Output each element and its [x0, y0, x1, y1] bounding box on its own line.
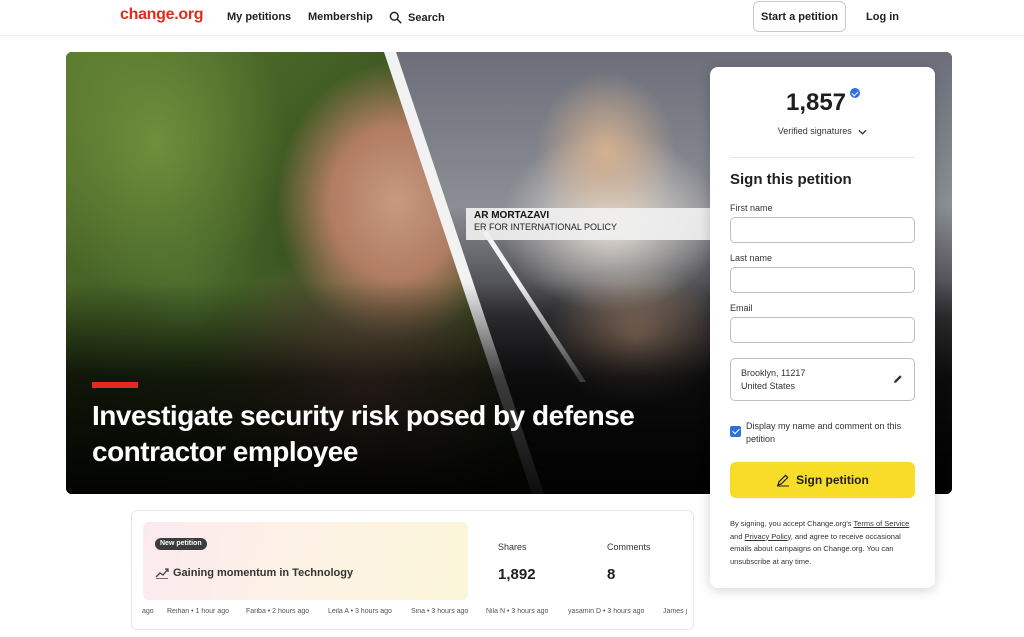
first-name-label: First name	[730, 203, 773, 213]
sign-petition-card: 1,857 Verified signatures Sign this peti…	[710, 67, 935, 588]
news-caption-role: ER FOR INTERNATIONAL POLICY	[474, 222, 618, 232]
recent-signer: Sina • 3 hours ago	[411, 608, 469, 615]
petition-stats-card: New petition Gaining momentum in Technol…	[131, 510, 694, 630]
card-divider	[730, 157, 915, 158]
recent-signers-ticker: ago Reihan • 1 hour ago Fariba • 2 hours…	[132, 608, 693, 622]
start-petition-button[interactable]: Start a petition	[753, 1, 846, 32]
verified-check-icon	[850, 88, 860, 98]
recent-signer: Reihan • 1 hour ago	[167, 608, 229, 615]
nav-search-label: Search	[408, 11, 445, 24]
new-petition-badge: New petition	[155, 538, 207, 550]
momentum-text: Gaining momentum in Technology	[173, 567, 354, 579]
hero-accent-bar	[92, 382, 138, 388]
signature-count: 1,857	[785, 89, 847, 116]
email-label: Email	[730, 303, 753, 313]
recent-signer: James j	[663, 608, 688, 615]
verified-signatures-toggle[interactable]: Verified signatures	[710, 126, 935, 136]
sign-petition-button[interactable]: Sign petition	[730, 462, 915, 498]
momentum-panel: New petition Gaining momentum in Technol…	[143, 522, 468, 600]
location-field[interactable]: Brooklyn, 11217 United States	[730, 358, 915, 401]
nav-my-petitions[interactable]: My petitions	[227, 11, 291, 23]
last-name-field[interactable]	[730, 267, 915, 293]
verified-signatures-label: Verified signatures	[777, 126, 852, 136]
sign-heading: Sign this petition	[730, 171, 852, 188]
shares-count: 1,892	[498, 566, 536, 583]
shares-label: Shares	[498, 542, 527, 552]
display-name-label: Display my name and comment on this peti…	[746, 421, 902, 444]
pencil-icon[interactable]	[892, 373, 904, 385]
recent-signer: yasamin D • 3 hours ago	[568, 608, 645, 615]
change-org-logo[interactable]: change.org	[120, 6, 204, 24]
legal-prefix: By signing, you accept Change.org's	[730, 519, 852, 528]
top-nav: change.org My petitions Membership Searc…	[0, 0, 1024, 36]
trending-up-icon	[155, 568, 169, 579]
display-name-checkbox[interactable]	[730, 426, 741, 437]
pen-icon	[777, 474, 790, 487]
sign-petition-label: Sign petition	[796, 473, 869, 487]
chevron-down-icon	[858, 129, 867, 135]
legal-notice: By signing, you accept Change.org's Term…	[730, 518, 916, 568]
location-city: Brooklyn, 11217	[741, 368, 806, 378]
location-country: United States	[741, 381, 796, 391]
petition-title: Investigate security risk posed by defen…	[92, 400, 635, 467]
news-caption-name: AR MORTAZAVI	[474, 210, 550, 221]
recent-signer: Fariba • 2 hours ago	[246, 608, 310, 615]
comments-label: Comments	[607, 542, 651, 552]
terms-link[interactable]: Terms of Service	[853, 519, 909, 528]
search-icon	[389, 11, 402, 24]
email-field[interactable]	[730, 317, 915, 343]
recent-signer: Nila N • 3 hours ago	[486, 608, 549, 615]
first-name-field[interactable]	[730, 217, 915, 243]
recent-signer: ago	[142, 608, 154, 615]
nav-membership[interactable]: Membership	[308, 11, 373, 23]
last-name-label: Last name	[730, 253, 773, 263]
recent-signer: Leila A • 3 hours ago	[328, 608, 392, 615]
privacy-link[interactable]: Privacy Policy	[745, 532, 791, 541]
nav-search[interactable]: Search	[389, 11, 445, 24]
login-link[interactable]: Log in	[866, 11, 899, 23]
legal-and: and	[730, 531, 743, 541]
comments-count: 8	[607, 566, 616, 583]
